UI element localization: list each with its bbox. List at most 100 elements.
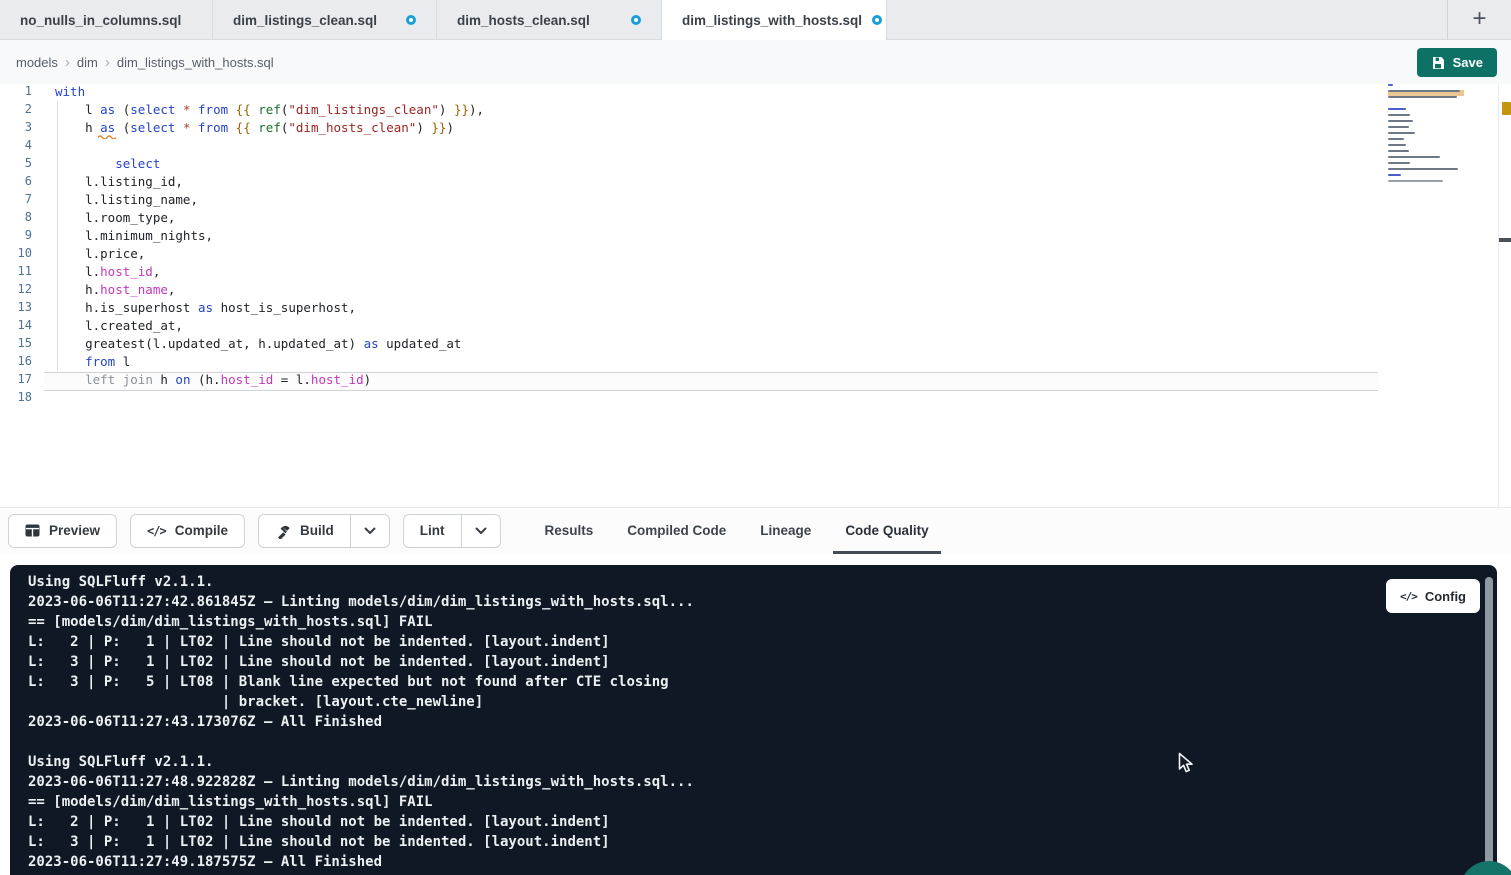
editor-toolbar: Preview </> Compile Build L (0, 507, 1511, 553)
terminal-line: 2023-06-06T11:27:48.922828Z — Linting mo… (10, 774, 1497, 794)
unsaved-changes-icon (406, 15, 416, 25)
terminal-line (10, 734, 1497, 754)
minimap-line (1388, 168, 1458, 170)
terminal-output: Using SQLFluff v2.1.1.2023-06-06T11:27:4… (10, 565, 1497, 874)
code-line[interactable]: l as (select * from {{ ref("dim_listings… (0, 102, 1381, 120)
code-icon: </> (1400, 590, 1417, 603)
save-button[interactable]: Save (1417, 48, 1497, 77)
terminal-line: 2023-06-06T11:27:43.173076Z — All Finish… (10, 714, 1497, 734)
preview-button[interactable]: Preview (8, 514, 117, 548)
code-line[interactable]: with (0, 84, 1381, 102)
terminal-panel[interactable]: Using SQLFluff v2.1.1.2023-06-06T11:27:4… (10, 565, 1497, 875)
terminal-line: 2023-06-06T11:27:42.861845Z — Linting mo… (10, 594, 1497, 614)
build-dropdown-button[interactable] (350, 514, 390, 548)
terminal-line: == [models/dim/dim_listings_with_hosts.s… (10, 614, 1497, 634)
tab-results-label: Results (545, 523, 594, 538)
terminal-scrollbar[interactable] (1485, 577, 1493, 865)
file-path-bar: models › dim › dim_listings_with_hosts.s… (0, 40, 1511, 84)
terminal-line: Using SQLFluff v2.1.1. (10, 574, 1497, 594)
compile-button[interactable]: </> Compile (130, 514, 245, 548)
code-line[interactable]: h as (select * from {{ ref("dim_hosts_cl… (0, 120, 1381, 138)
tab-lineage-label: Lineage (760, 523, 811, 538)
minimap[interactable] (1388, 84, 1464, 214)
tab-code-quality[interactable]: Code Quality (833, 508, 940, 554)
minimap-line (1388, 174, 1401, 176)
tab-code-quality-label: Code Quality (845, 523, 928, 538)
lint-dropdown-button[interactable] (461, 514, 501, 548)
lint-button[interactable]: Lint (403, 514, 461, 548)
code-line[interactable]: l.minimum_nights, (0, 228, 1381, 246)
build-button-group: Build (258, 514, 390, 548)
scroll-annotation-cursor[interactable] (1499, 238, 1511, 242)
terminal-line: L: 3 | P: 1 | LT02 | Line should not be … (10, 654, 1497, 674)
minimap-line (1388, 132, 1415, 134)
code-line[interactable]: l.listing_name, (0, 192, 1381, 210)
code-line[interactable]: h.is_superhost as host_is_superhost, (0, 300, 1381, 318)
minimap-line (1388, 156, 1440, 158)
save-button-label: Save (1453, 55, 1483, 70)
editor-scrollbar-gutter[interactable] (1498, 84, 1499, 507)
preview-button-label: Preview (49, 523, 100, 538)
breadcrumb-item-dim[interactable]: dim (77, 55, 98, 70)
editor-tab-strip: no_nulls_in_columns.sql dim_listings_cle… (0, 0, 1511, 40)
code-line[interactable]: l.room_type, (0, 210, 1381, 228)
code-line[interactable]: l.price, (0, 246, 1381, 264)
code-line[interactable]: select (0, 156, 1381, 174)
file-tab-dim-listings-clean[interactable]: dim_listings_clean.sql (213, 0, 437, 40)
breadcrumb: models › dim › dim_listings_with_hosts.s… (16, 40, 274, 84)
result-tab-strip: Results Compiled Code Lineage Code Quali… (533, 508, 941, 554)
minimap-line (1388, 90, 1460, 92)
minimap-line (1388, 180, 1443, 182)
file-tab-label: dim_hosts_clean.sql (457, 13, 590, 28)
build-button-label: Build (300, 523, 334, 538)
hammer-icon (275, 523, 291, 539)
table-icon (25, 524, 40, 537)
minimap-line (1388, 96, 1457, 98)
terminal-line: Using SQLFluff v2.1.1. (10, 754, 1497, 774)
new-tab-button[interactable]: + (1447, 0, 1511, 40)
tab-results[interactable]: Results (533, 508, 606, 554)
code-line[interactable]: l.host_id, (0, 264, 1381, 282)
chevron-right-icon: › (105, 54, 110, 71)
terminal-line: L: 2 | P: 1 | LT02 | Line should not be … (10, 634, 1497, 654)
plus-icon: + (1472, 7, 1486, 31)
chevron-down-icon (475, 527, 487, 535)
dbt-ide-window: no_nulls_in_columns.sql dim_listings_cle… (0, 0, 1511, 875)
breadcrumb-item-models[interactable]: models (16, 55, 58, 70)
minimap-line (1388, 120, 1413, 122)
config-button[interactable]: </> Config (1386, 579, 1480, 613)
file-tab-dim-listings-with-hosts[interactable]: dim_listings_with_hosts.sql (662, 0, 887, 40)
code-area[interactable]: with l as (select * from {{ ref("dim_lis… (0, 84, 1381, 408)
file-tab-no-nulls-in-columns[interactable]: no_nulls_in_columns.sql (0, 0, 213, 40)
file-tab-label: no_nulls_in_columns.sql (20, 13, 181, 28)
terminal-line: L: 3 | P: 1 | LT02 | Line should not be … (10, 834, 1497, 854)
chevron-down-icon (364, 527, 376, 535)
breadcrumb-item-file: dim_listings_with_hosts.sql (117, 55, 274, 70)
code-line[interactable]: l.created_at, (0, 318, 1381, 336)
code-line[interactable]: l.listing_id, (0, 174, 1381, 192)
terminal-line: | bracket. [layout.cte_newline] (10, 694, 1497, 714)
minimap-line (1388, 108, 1406, 110)
code-editor-pane[interactable]: 123456789101112131415161718 with l as (s… (0, 84, 1511, 507)
minimap-line (1388, 150, 1409, 152)
file-tab-dim-hosts-clean[interactable]: dim_hosts_clean.sql (437, 0, 662, 40)
code-line[interactable] (0, 138, 1381, 156)
terminal-line: L: 2 | P: 1 | LT02 | Line should not be … (10, 814, 1497, 834)
lint-button-label: Lint (420, 523, 445, 538)
save-floppy-icon (1431, 56, 1445, 70)
code-line[interactable]: greatest(l.updated_at, h.updated_at) as … (0, 336, 1381, 354)
scroll-annotation-warning[interactable] (1502, 102, 1511, 115)
code-line[interactable]: from l (0, 354, 1381, 372)
code-line[interactable] (0, 390, 1381, 408)
tab-compiled-code[interactable]: Compiled Code (615, 508, 738, 554)
tab-lineage[interactable]: Lineage (748, 508, 823, 554)
lint-squiggle-icon (98, 134, 116, 139)
minimap-line (1388, 144, 1406, 146)
code-line[interactable]: left join h on (h.host_id = l.host_id) (0, 372, 1381, 390)
config-button-label: Config (1425, 589, 1466, 604)
build-button[interactable]: Build (258, 514, 350, 548)
terminal-line: 2023-06-06T11:27:49.187575Z — All Finish… (10, 854, 1497, 874)
terminal-line: == [models/dim/dim_listings_with_hosts.s… (10, 794, 1497, 814)
minimap-line (1388, 84, 1393, 86)
code-line[interactable]: h.host_name, (0, 282, 1381, 300)
